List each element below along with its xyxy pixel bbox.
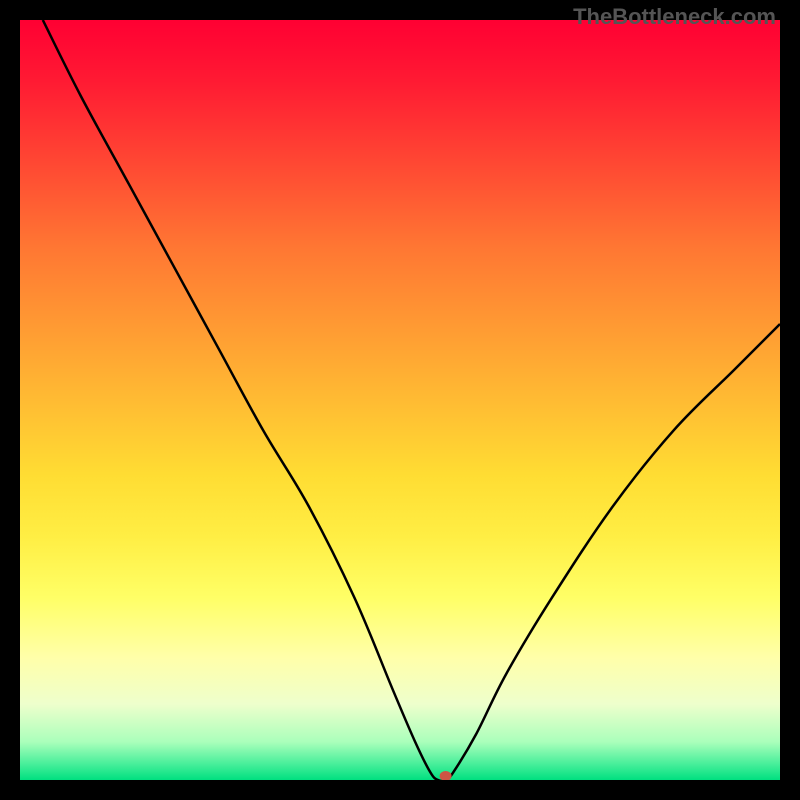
- curve-layer: [20, 20, 780, 780]
- bottleneck-curve: [43, 20, 780, 780]
- optimal-point-marker: [440, 771, 452, 780]
- watermark-text: TheBottleneck.com: [573, 4, 776, 30]
- chart-container: TheBottleneck.com: [0, 0, 800, 800]
